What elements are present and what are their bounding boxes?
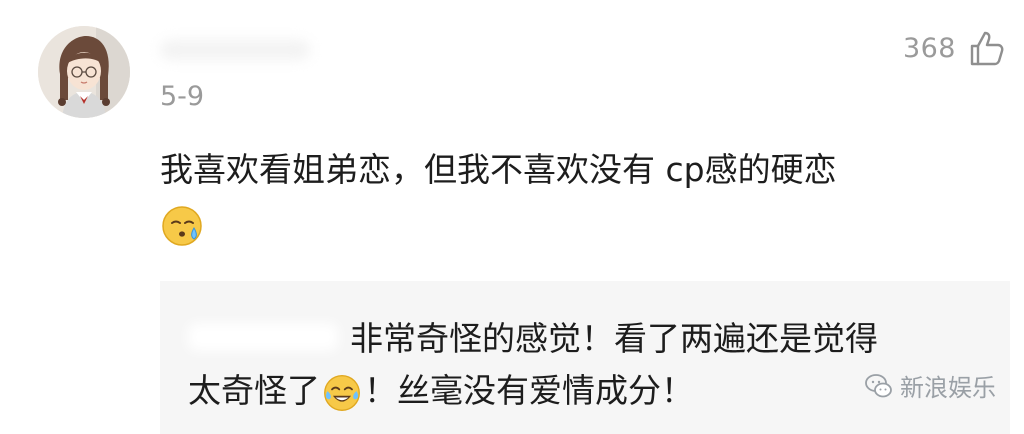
reply-text-before-emoji: 太奇怪了 [188,371,320,410]
reply-text-line-1: 非常奇怪的感觉！看了两遍还是觉得 [350,319,878,358]
comment-text: 我喜欢看姐弟恋，但我不喜欢没有 cp感的硬恋 [160,150,837,189]
watermark-text: 新浪娱乐 [900,374,996,402]
like-count: 368 [902,32,956,64]
crying-laughing-face-icon [322,373,362,413]
comment-emoji-line [160,204,204,248]
username-redacted [160,40,310,60]
watermark: 新浪娱乐 [864,368,996,403]
wechat-icon [864,371,894,401]
reply-text-after-emoji: ！丝毫没有爱情成分！ [364,371,694,410]
like-area[interactable]: 368 [903,28,1006,68]
comment-screen: 368 5-9 我喜欢看姐弟恋，但我不喜欢没有 cp感的硬恋 非常奇怪的感觉！看… [0,0,1024,434]
comment-date: 5-9 [160,81,205,112]
reply-box[interactable]: 非常奇怪的感觉！看了两遍还是觉得 太奇怪了 ！丝毫没有爱情成分！ [160,281,1010,434]
sleepy-sweat-face-icon [160,204,204,248]
reply-username-redacted [188,323,338,351]
avatar-image [38,26,130,118]
reply-text-line-2: 太奇怪了 ！丝毫没有爱情成分！ [188,367,694,415]
avatar[interactable] [38,26,130,118]
thumbs-up-icon[interactable] [966,28,1006,68]
